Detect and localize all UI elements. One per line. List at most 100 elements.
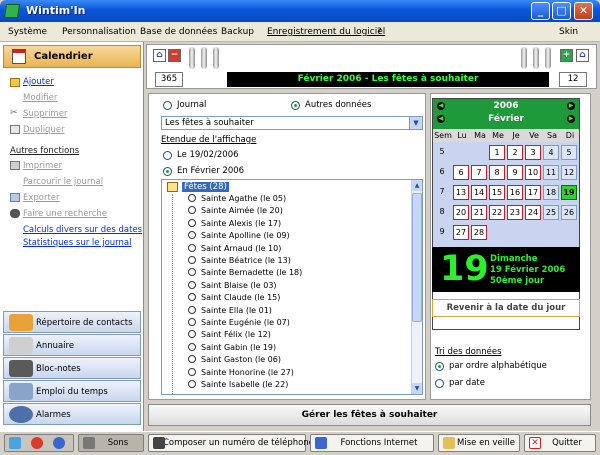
radio-journal[interactable]	[163, 101, 172, 110]
tree-item[interactable]: Sainte Aimée (le 20)	[188, 206, 283, 215]
sidebar-action-supprimer[interactable]: Supprimer	[23, 109, 67, 119]
quick-launch-icons[interactable]	[4, 434, 74, 452]
calendar-day[interactable]: 3	[525, 145, 541, 160]
calendar-day[interactable]: 28	[471, 225, 487, 240]
menu-help[interactable]: ?	[377, 27, 382, 37]
title-bar[interactable]: Wintim'In _ □ ✕	[0, 0, 600, 22]
radio-etendue-month[interactable]	[163, 167, 172, 176]
nav-emploi-du-temps[interactable]: Emploi du temps	[3, 380, 141, 402]
tree-root[interactable]: Fêtes (28)	[182, 182, 229, 192]
calendar-day[interactable]: 25	[543, 205, 559, 220]
scroll-up-icon[interactable]: ▲	[412, 180, 422, 191]
minimize-button[interactable]: _	[531, 2, 550, 20]
tree-item[interactable]: Sainte Ella (le 01)	[188, 305, 272, 315]
calendar-day[interactable]: 11	[543, 165, 559, 180]
tree-item[interactable]: Saint Blaise (le 03)	[188, 280, 277, 290]
calendar-day[interactable]: 23	[507, 205, 523, 220]
sidebar-action-ajouter[interactable]: Ajouter	[23, 77, 54, 87]
next-year-icon[interactable]: ▶	[567, 102, 575, 110]
nav-annuaire[interactable]: Annuaire	[3, 334, 141, 356]
nav-bloc-notes[interactable]: Bloc-notes	[3, 357, 141, 379]
internet-button[interactable]: Fonctions Internet	[310, 434, 434, 452]
gerer-fetes-button[interactable]: Gérer les fêtes à souhaiter	[148, 404, 591, 426]
calendar-day[interactable]: 13	[453, 185, 469, 200]
maximize-button[interactable]: □	[552, 2, 571, 20]
home-icon[interactable]: ⌂	[576, 49, 589, 62]
calendar-day[interactable]: 24	[525, 205, 541, 220]
radio-autres-donnees[interactable]	[291, 101, 300, 110]
calendar-day[interactable]: 26	[561, 205, 577, 220]
close-button[interactable]: ✕	[574, 2, 593, 20]
add-icon[interactable]: +	[560, 49, 573, 62]
data-type-select[interactable]: Les fêtes à souhaiter ▼	[161, 116, 423, 130]
tree-item[interactable]: Sainte Honorine (le 27)	[188, 367, 294, 377]
calendar-day[interactable]: 1	[489, 145, 505, 160]
menu-systeme[interactable]: Système	[8, 27, 47, 37]
calendar-day[interactable]: 27	[453, 225, 469, 240]
calendar-day[interactable]: 20	[453, 205, 469, 220]
phone-dial-button[interactable]: Composer un numéro de téléphone	[148, 434, 314, 452]
sidebar-action-modifier[interactable]: Modifier	[23, 93, 57, 103]
calendar-day[interactable]: 8	[489, 165, 505, 180]
home-icon[interactable]: ⌂	[153, 49, 166, 62]
tree-item[interactable]: Sainte Eugénie (le 07)	[188, 318, 290, 327]
sidebar-func-calculs[interactable]: Calculs divers sur des dates	[23, 225, 142, 235]
tree-item[interactable]: Sainte Béatrice (le 13)	[188, 256, 291, 265]
tree-item[interactable]: Sainte Bernadette (le 18)	[188, 268, 302, 277]
calendar-day[interactable]: 15	[489, 185, 505, 200]
calendar-day[interactable]: 22	[489, 205, 505, 220]
tree-item[interactable]: Saint Arnaud (le 10)	[188, 243, 281, 253]
tree-item[interactable]: Sainte Agathe (le 05)	[188, 194, 286, 203]
sidebar-func-exporter[interactable]: Exporter	[23, 193, 60, 203]
fetes-tree[interactable]: Fêtes (28) Sainte Agathe (le 05) Sainte A…	[161, 179, 423, 395]
sidebar-func-parcourir[interactable]: Parcourir le journal	[23, 177, 103, 187]
calendar-day[interactable]: 16	[507, 185, 523, 200]
scroll-down-icon[interactable]: ▼	[412, 383, 422, 394]
calendar-day[interactable]: 19	[561, 185, 577, 200]
radio-tri-alpha[interactable]	[435, 362, 444, 371]
tree-item[interactable]: Sainte Isabelle (le 22)	[188, 380, 288, 389]
sidebar-func-imprimer[interactable]: Imprimer	[23, 161, 62, 171]
remove-icon[interactable]: −	[168, 49, 181, 62]
calendar-day[interactable]: 18	[543, 185, 559, 200]
tree-item[interactable]: Sainte Apolline (le 09)	[188, 231, 290, 240]
revenir-button[interactable]: Revenir à la date du jour	[432, 299, 580, 317]
calendar-day[interactable]: 14	[471, 185, 487, 200]
menu-skin[interactable]: Skin	[559, 27, 578, 37]
tree-item[interactable]: Saint Gabin (le 19)	[188, 342, 276, 352]
etendue-label: Etendue de l'affichage	[161, 135, 257, 145]
calendar-day[interactable]: 7	[471, 165, 487, 180]
radio-tri-date[interactable]	[435, 379, 444, 388]
nav-repertoire[interactable]: Répertoire de contacts	[3, 311, 141, 333]
scroll-thumb[interactable]	[412, 193, 422, 322]
calendar-day[interactable]: 2	[507, 145, 523, 160]
menu-personnalisation[interactable]: Personnalisation	[62, 27, 136, 37]
sidebar-action-dupliquer[interactable]: Dupliquer	[23, 125, 65, 135]
quitter-button[interactable]: ✕ Quitter	[524, 434, 596, 452]
tree-item[interactable]: Saint Félix (le 12)	[188, 330, 271, 339]
calendar-day[interactable]: 4	[543, 145, 559, 160]
sidebar-func-recherche[interactable]: Faire une recherche	[23, 209, 107, 219]
radio-etendue-day[interactable]	[163, 151, 172, 160]
calendar-day[interactable]: 6	[453, 165, 469, 180]
menu-base-de-donnees[interactable]: Base de données	[140, 27, 217, 37]
tree-item[interactable]: Saint Gaston (le 06)	[188, 355, 281, 364]
nav-alarmes[interactable]: Alarmes	[3, 403, 141, 425]
menu-enregistrement[interactable]: Enregistrement du logiciel	[267, 27, 385, 37]
sidebar-func-statistiques[interactable]: Statistiques sur le journal	[23, 238, 131, 248]
calendar-day[interactable]: 5	[561, 145, 577, 160]
sidebar-header[interactable]: Calendrier	[3, 45, 141, 68]
tree-item[interactable]: Sainte Alexis (le 17)	[188, 218, 281, 228]
chevron-down-icon[interactable]: ▼	[409, 117, 422, 129]
calendar-day[interactable]: 9	[507, 165, 523, 180]
veille-button[interactable]: Mise en veille	[438, 434, 520, 452]
calendar-day[interactable]: 10	[525, 165, 541, 180]
calendar-day[interactable]: 21	[471, 205, 487, 220]
next-month-icon[interactable]: ▶	[567, 115, 575, 123]
sons-button[interactable]: Sons	[78, 434, 144, 452]
tree-scrollbar[interactable]: ▲ ▼	[411, 180, 422, 394]
menu-backup[interactable]: Backup	[221, 27, 254, 37]
calendar-day[interactable]: 17	[525, 185, 541, 200]
tree-item[interactable]: Saint Claude (le 15)	[188, 293, 280, 302]
calendar-day[interactable]: 12	[561, 165, 577, 180]
